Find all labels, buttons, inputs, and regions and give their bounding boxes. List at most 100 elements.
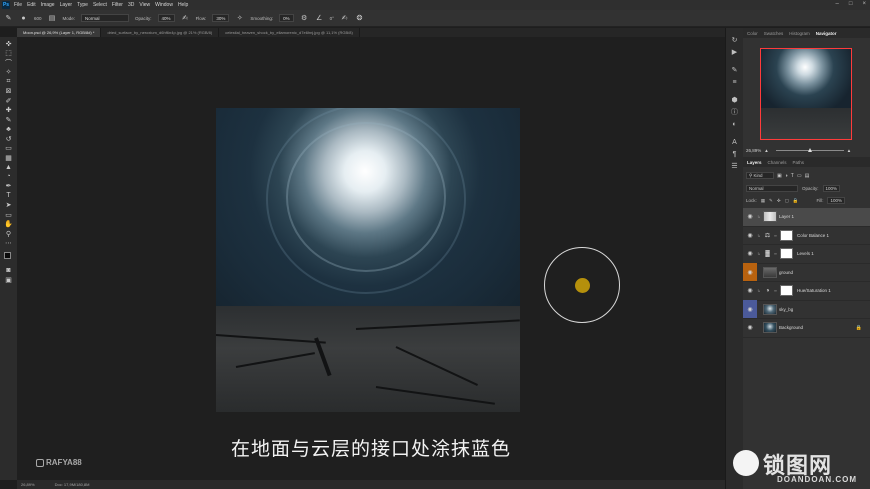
- pen-tool-icon[interactable]: ✒: [3, 182, 15, 192]
- type-tool-icon[interactable]: T: [3, 191, 15, 201]
- canvas-area[interactable]: 在地面与云层的接口处涂抹蓝色 RAFYA88: [17, 37, 725, 480]
- adjustments-icon[interactable]: ≡: [730, 76, 740, 88]
- layer-row-sky[interactable]: ◉ sky_bg: [743, 300, 870, 319]
- layer-row-hue-saturation[interactable]: ◉ ↳ ◑ ∞ Hue/Saturation 1: [743, 282, 870, 301]
- filter-pixel-icon[interactable]: ▣: [777, 173, 782, 179]
- actions-icon[interactable]: ▶: [730, 46, 740, 58]
- blend-mode-select[interactable]: Normal: [746, 185, 798, 192]
- pressure-size-icon[interactable]: ✍: [340, 14, 349, 23]
- shape-tool-icon[interactable]: ▭: [3, 210, 15, 220]
- tab-dried-surface[interactable]: dried_surface_by_neroxium_d6hf6n4p.jpg @…: [101, 28, 220, 37]
- glyphs-icon[interactable]: ☰: [730, 160, 740, 172]
- lock-all-icon[interactable]: 🔒: [793, 198, 799, 204]
- 3d-icon[interactable]: ⬢: [730, 94, 740, 106]
- info-icon[interactable]: ⓘ: [730, 106, 740, 118]
- crop-tool-icon[interactable]: ⌗: [3, 77, 15, 87]
- menu-3d[interactable]: 3D: [128, 2, 134, 8]
- symmetry-icon[interactable]: ❂: [355, 14, 364, 23]
- marquee-tool-icon[interactable]: ⬚: [3, 49, 15, 59]
- layer-row-background[interactable]: ◉ Background 🔒: [743, 319, 870, 338]
- eyedropper-tool-icon[interactable]: ✐: [3, 96, 15, 106]
- move-tool-icon[interactable]: ✜: [3, 39, 15, 49]
- menu-layer[interactable]: Layer: [60, 2, 73, 8]
- healing-tool-icon[interactable]: ✚: [3, 106, 15, 116]
- menu-view[interactable]: View: [139, 2, 150, 8]
- tab-color[interactable]: Color: [747, 31, 758, 36]
- menu-type[interactable]: Type: [77, 2, 88, 8]
- quick-mask-icon[interactable]: ◙: [3, 266, 15, 276]
- eye-icon[interactable]: ◉: [743, 226, 757, 244]
- dodge-tool-icon[interactable]: ◔: [3, 172, 15, 182]
- document-canvas[interactable]: [216, 108, 520, 412]
- eye-icon[interactable]: ◉: [743, 208, 757, 226]
- eye-icon[interactable]: ◉: [743, 282, 757, 300]
- lock-transparent-icon[interactable]: ▦: [761, 198, 765, 204]
- layer-mask-thumbnail[interactable]: [780, 248, 793, 260]
- menu-window[interactable]: Window: [155, 2, 173, 8]
- menu-file[interactable]: File: [14, 2, 22, 8]
- character-icon[interactable]: A: [730, 136, 740, 148]
- foreground-color[interactable]: [3, 252, 11, 259]
- filter-type-icon[interactable]: T: [791, 173, 794, 179]
- filter-kind-select[interactable]: ⚲ Kind: [746, 172, 774, 179]
- smoothing-input[interactable]: 0%: [279, 14, 294, 22]
- properties-icon[interactable]: ◐: [730, 118, 740, 130]
- pressure-opacity-icon[interactable]: ✍: [181, 14, 190, 23]
- angle-icon[interactable]: ∠: [315, 14, 324, 23]
- frame-tool-icon[interactable]: ⊠: [3, 87, 15, 97]
- layer-row-levels[interactable]: ◉ ↳ ▓ ∞ Levels 1: [743, 245, 870, 264]
- menu-edit[interactable]: Edit: [27, 2, 36, 8]
- layer-row-color-balance[interactable]: ◉ ↳ ⚖ ∞ Color Balance 1: [743, 226, 870, 245]
- eye-icon[interactable]: ◉: [743, 245, 757, 263]
- paragraph-icon[interactable]: ¶: [730, 148, 740, 160]
- filter-smart-icon[interactable]: ▤: [805, 173, 810, 179]
- lock-position-icon[interactable]: ✜: [777, 198, 781, 204]
- close-button[interactable]: ×: [862, 1, 866, 7]
- color-swatches[interactable]: [3, 251, 15, 263]
- tab-paths[interactable]: Paths: [793, 160, 805, 165]
- lock-pixels-icon[interactable]: ✎: [769, 198, 773, 204]
- blur-tool-icon[interactable]: ▲: [3, 163, 15, 173]
- flow-input[interactable]: 30%: [212, 14, 230, 22]
- minimize-button[interactable]: –: [836, 1, 839, 7]
- zoom-slider-knob[interactable]: [807, 147, 812, 152]
- airbrush-icon[interactable]: ✧: [235, 14, 244, 23]
- lock-artboard-icon[interactable]: ▢: [785, 198, 789, 204]
- zoom-slider[interactable]: [775, 147, 844, 152]
- status-zoom[interactable]: 26,89%: [21, 482, 35, 487]
- screen-mode-icon[interactable]: ▣: [3, 276, 15, 286]
- menu-image[interactable]: Image: [41, 2, 55, 8]
- zoom-out-icon[interactable]: ▲: [764, 148, 768, 153]
- tab-celestial-heaven[interactable]: celestial_heaven_shock_by_ellamorenic_d7…: [219, 28, 360, 37]
- gradient-tool-icon[interactable]: ▦: [3, 153, 15, 163]
- eye-icon[interactable]: ◉: [743, 300, 757, 319]
- eye-icon[interactable]: ◉: [743, 319, 757, 337]
- hand-tool-icon[interactable]: ✋: [3, 220, 15, 230]
- layer-opacity-input[interactable]: 100%: [822, 185, 841, 192]
- layer-mask-thumbnail[interactable]: [780, 285, 793, 297]
- tab-histogram[interactable]: Histogram: [789, 31, 810, 36]
- brush-tool-icon[interactable]: ✎: [4, 14, 13, 23]
- filter-shape-icon[interactable]: ▭: [797, 173, 802, 179]
- gear-icon[interactable]: ⚙: [300, 14, 309, 23]
- brush-settings-icon[interactable]: ▤: [48, 14, 57, 23]
- path-select-tool-icon[interactable]: ➤: [3, 201, 15, 211]
- brush-tool-icon[interactable]: ✎: [3, 115, 15, 125]
- tab-moon-psd[interactable]: Moon.psd @ 26,9% (Layer 1, RGB/8#) *: [17, 28, 102, 37]
- navigator-view-box[interactable]: [760, 48, 852, 140]
- brush-preset-icon[interactable]: ●: [19, 14, 28, 23]
- more-tools-icon[interactable]: ⋯: [3, 239, 15, 249]
- tab-navigator[interactable]: Navigator: [816, 31, 837, 36]
- eye-icon[interactable]: ◉: [743, 263, 757, 282]
- history-icon[interactable]: ↻: [730, 34, 740, 46]
- eraser-tool-icon[interactable]: ▭: [3, 144, 15, 154]
- menu-filter[interactable]: Filter: [112, 2, 123, 8]
- opacity-input[interactable]: 40%: [157, 14, 175, 22]
- quick-select-tool-icon[interactable]: ✧: [3, 68, 15, 78]
- stamp-tool-icon[interactable]: ♣: [3, 125, 15, 135]
- tab-swatches[interactable]: Swatches: [764, 31, 784, 36]
- tab-layers[interactable]: Layers: [747, 160, 762, 165]
- layer-mask-thumbnail[interactable]: [780, 229, 793, 241]
- menu-select[interactable]: Select: [93, 2, 107, 8]
- maximize-button[interactable]: □: [849, 1, 853, 7]
